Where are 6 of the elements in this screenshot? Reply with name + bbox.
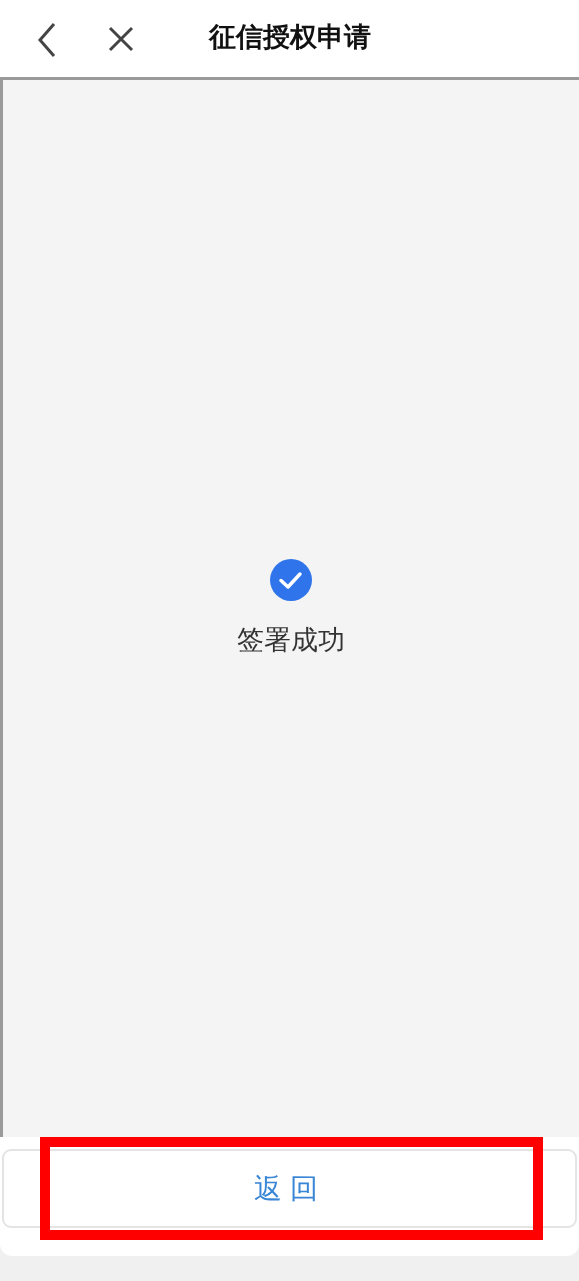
back-icon[interactable] [36, 22, 58, 58]
page-title: 征信授权申请 [208, 19, 371, 54]
return-button[interactable]: 返回 [2, 1149, 577, 1228]
success-message: 签署成功 [237, 623, 345, 657]
check-icon [269, 558, 313, 602]
close-icon[interactable] [108, 26, 134, 52]
